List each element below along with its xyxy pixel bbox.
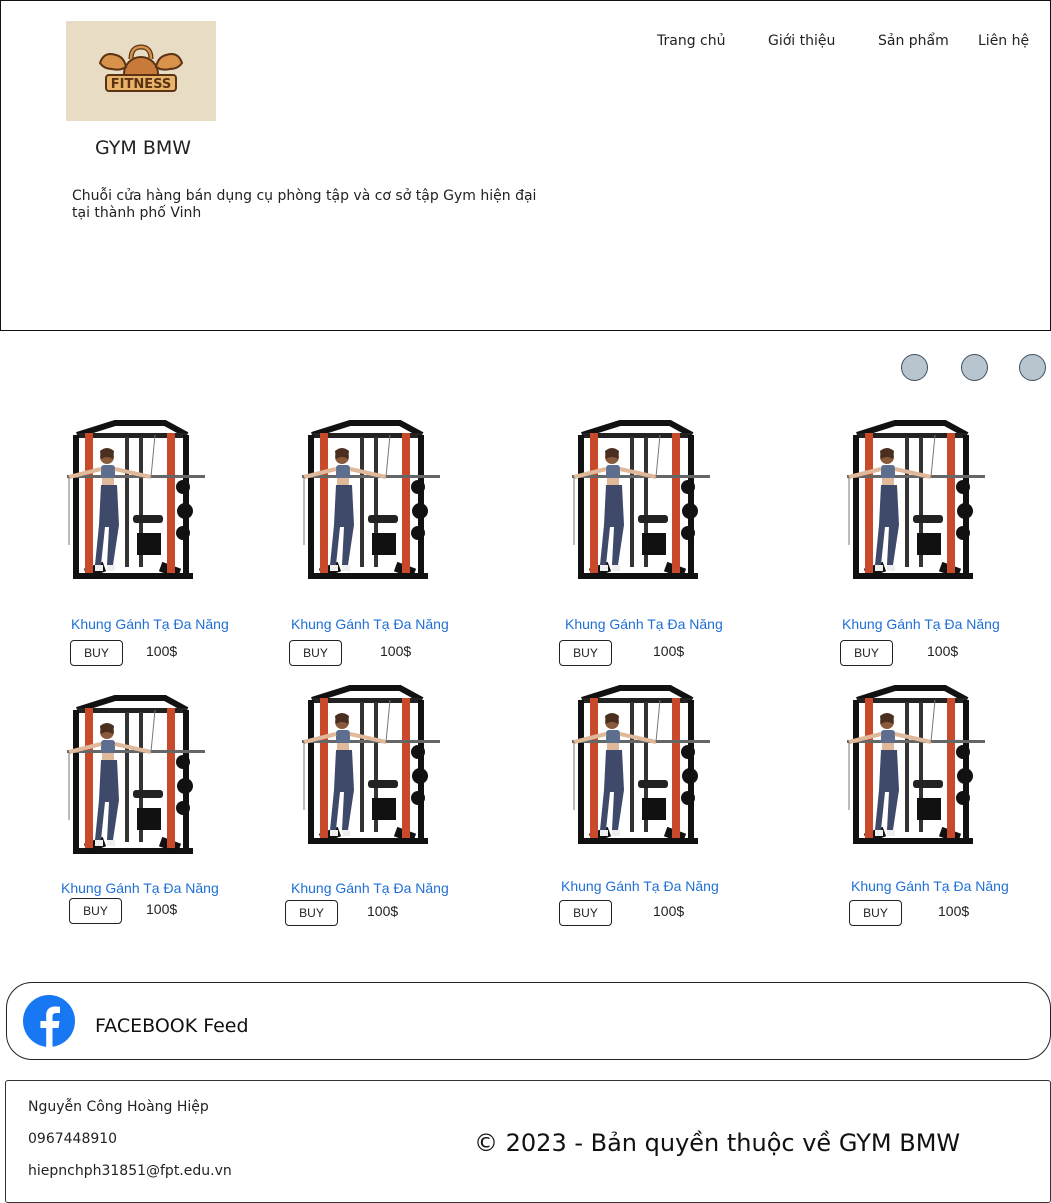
gym-rack-image (847, 685, 987, 844)
product-name[interactable]: Khung Gánh Tạ Đa Năng (842, 616, 1000, 632)
product-name[interactable]: Khung Gánh Tạ Đa Năng (291, 880, 449, 896)
brand-name: GYM BMW (95, 137, 192, 159)
carousel-dot-1[interactable] (901, 354, 928, 381)
footer-phone: 0967448910 (28, 1131, 118, 1147)
nav-about[interactable]: Giới thiệu (768, 33, 835, 49)
product-name[interactable]: Khung Gánh Tạ Đa Năng (561, 878, 719, 894)
buy-button[interactable]: BUY (285, 900, 338, 926)
gym-rack-image (572, 420, 712, 579)
facebook-feed[interactable]: FACEBOOK Feed (6, 982, 1051, 1060)
product-price: 100$ (367, 903, 399, 919)
gym-rack-image (847, 420, 987, 579)
logo[interactable]: FITNESS (66, 21, 216, 121)
buy-button[interactable]: BUY (69, 898, 122, 924)
gym-rack-image (67, 695, 207, 854)
carousel-dot-3[interactable] (1019, 354, 1046, 381)
nav-products[interactable]: Sản phẩm (878, 33, 949, 49)
carousel-dot-2[interactable] (961, 354, 988, 381)
facebook-feed-label: FACEBOOK Feed (95, 1015, 249, 1037)
product-image[interactable] (835, 680, 987, 855)
product-price: 100$ (653, 643, 685, 659)
product-price: 100$ (146, 643, 178, 659)
product-image[interactable] (290, 415, 442, 590)
gym-rack-image (67, 420, 207, 579)
product-image[interactable] (560, 415, 712, 590)
header: FITNESS GYM BMW Chuỗi cửa hàng bán dụng … (0, 0, 1051, 331)
footer-name: Nguyễn Công Hoàng Hiệp (28, 1099, 209, 1115)
gym-rack-image (302, 420, 442, 579)
product-image[interactable] (835, 415, 987, 590)
product-price: 100$ (653, 903, 685, 919)
product-name[interactable]: Khung Gánh Tạ Đa Năng (565, 616, 723, 632)
product-name[interactable]: Khung Gánh Tạ Đa Năng (851, 878, 1009, 894)
buy-button[interactable]: BUY (70, 640, 123, 666)
product-image[interactable] (560, 680, 712, 855)
product-price: 100$ (146, 901, 178, 917)
footer: Nguyễn Công Hoàng Hiệp 0967448910 hiepnc… (5, 1080, 1051, 1203)
gym-rack-image (302, 685, 442, 844)
copyright: © 2023 - Bản quyền thuộc về GYM BMW (474, 1129, 961, 1157)
buy-button[interactable]: BUY (849, 900, 902, 926)
facebook-icon[interactable] (23, 995, 75, 1047)
product-image[interactable] (55, 415, 207, 590)
product-price: 100$ (380, 643, 412, 659)
buy-button[interactable]: BUY (559, 900, 612, 926)
product-price: 100$ (927, 643, 959, 659)
product-name[interactable]: Khung Gánh Tạ Đa Năng (71, 616, 229, 632)
nav-contact[interactable]: Liên hệ (978, 33, 1029, 49)
buy-button[interactable]: BUY (289, 640, 342, 666)
fitness-logo-icon: FITNESS (98, 44, 184, 92)
product-image[interactable] (55, 690, 207, 865)
product-image[interactable] (290, 680, 442, 855)
logo-text: FITNESS (111, 77, 172, 92)
product-name[interactable]: Khung Gánh Tạ Đa Năng (61, 880, 219, 896)
gym-rack-image (572, 685, 712, 844)
product-price: 100$ (938, 903, 970, 919)
footer-email[interactable]: hiepnchph31851@fpt.edu.vn (28, 1163, 232, 1179)
buy-button[interactable]: BUY (559, 640, 612, 666)
tagline: Chuỗi cửa hàng bán dụng cụ phòng tập và … (72, 188, 537, 221)
product-name[interactable]: Khung Gánh Tạ Đa Năng (291, 616, 449, 632)
buy-button[interactable]: BUY (840, 640, 893, 666)
nav-home[interactable]: Trang chủ (657, 33, 725, 49)
